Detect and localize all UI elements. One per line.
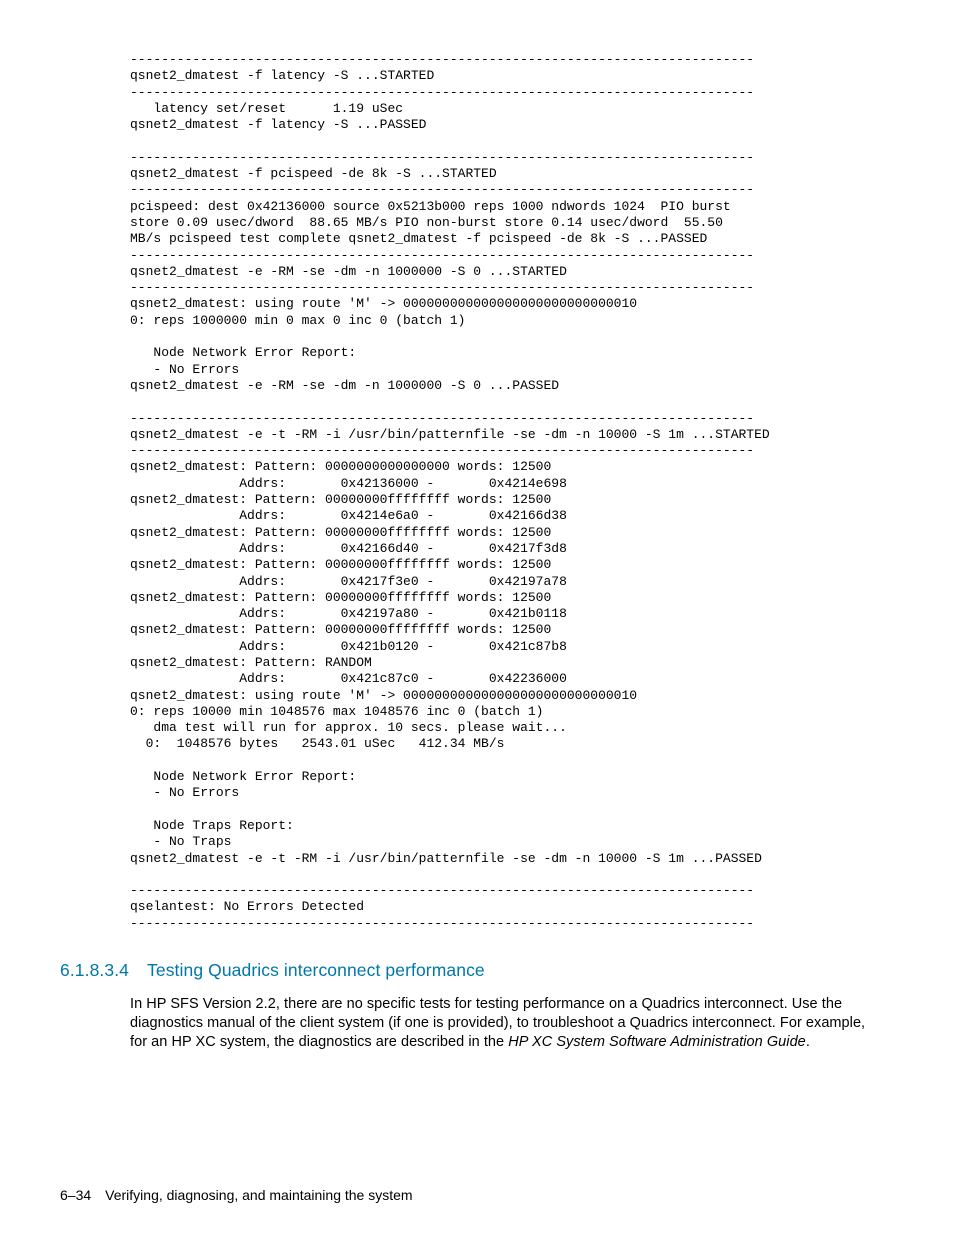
section-title: Testing Quadrics interconnect performanc…: [147, 960, 485, 980]
section-heading: 6.1.8.3.4 Testing Quadrics interconnect p…: [60, 960, 894, 981]
terminal-output: ----------------------------------------…: [130, 52, 894, 932]
page-footer: 6–34 Verifying, diagnosing, and maintaini…: [60, 1187, 413, 1203]
footer-text: Verifying, diagnosing, and maintaining t…: [105, 1187, 412, 1203]
section-number: 6.1.8.3.4: [60, 960, 129, 981]
page: ----------------------------------------…: [0, 0, 954, 1235]
para-suffix: .: [806, 1034, 810, 1050]
body-paragraph: In HP SFS Version 2.2, there are no spec…: [130, 995, 884, 1052]
page-number: 6–34: [60, 1187, 91, 1203]
para-italic: HP XC System Software Administration Gui…: [508, 1034, 806, 1050]
